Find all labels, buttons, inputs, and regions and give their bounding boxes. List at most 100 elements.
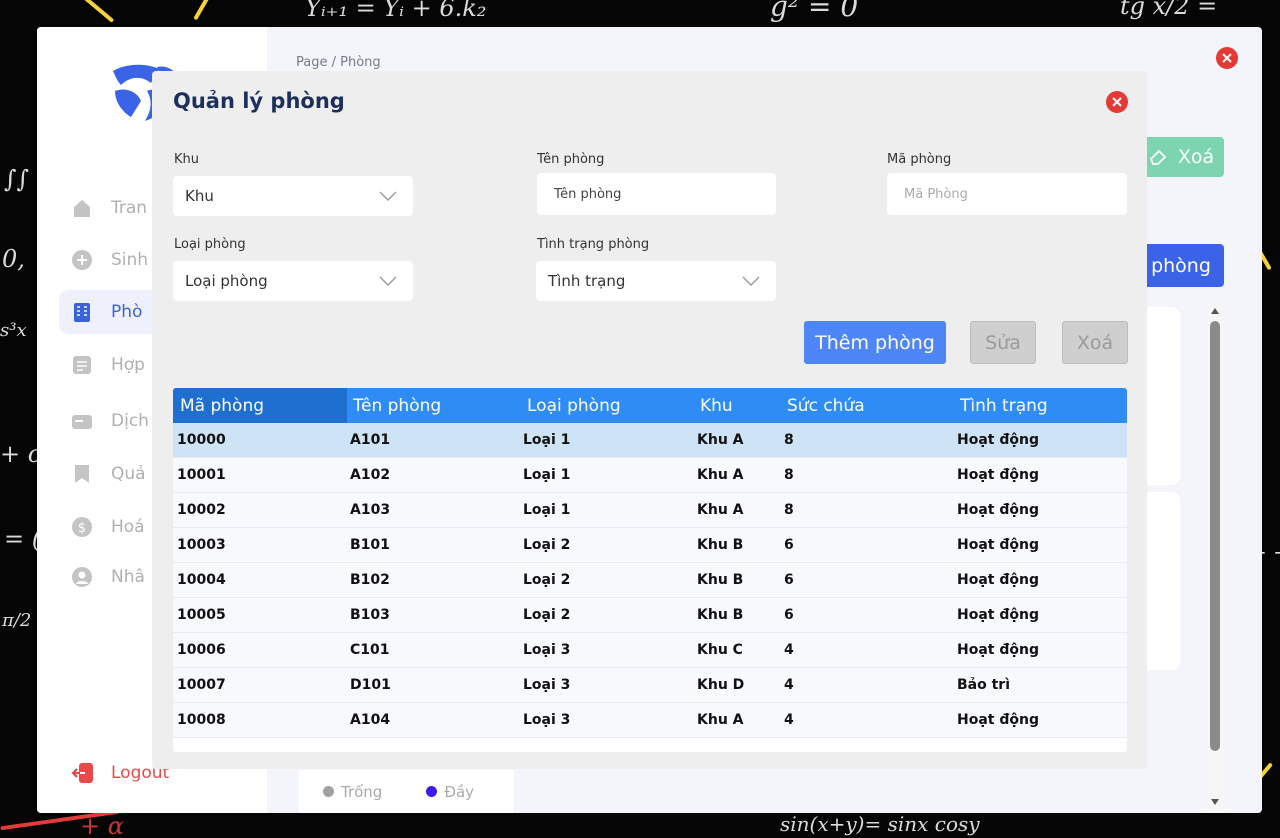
formula-text: g² = 0 xyxy=(770,0,859,23)
scrollbar-thumb[interactable] xyxy=(1210,321,1220,751)
cell-room-type: Loại 2 xyxy=(523,607,571,623)
cell-room-code: 10002 xyxy=(177,502,226,518)
cell-area: Khu C xyxy=(697,642,743,658)
sidebar-item-label: Tran xyxy=(111,198,148,218)
table-row[interactable]: 10003 B101 Loại 2 Khu B 6 Hoạt động xyxy=(173,528,1127,563)
cell-status: Hoạt động xyxy=(957,502,1039,518)
home-icon xyxy=(71,197,93,219)
column-header-room-type[interactable]: Loại phòng xyxy=(527,388,621,423)
cell-room-code: 10001 xyxy=(177,467,226,483)
room-code-input[interactable]: Mã Phòng xyxy=(887,173,1127,215)
cell-area: Khu A xyxy=(697,467,744,483)
cell-capacity: 6 xyxy=(784,537,794,553)
room-name-label: Tên phòng xyxy=(537,152,605,167)
area-label: Khu xyxy=(174,152,200,167)
formula-text: π/2 xyxy=(2,610,32,631)
cell-area: Khu A xyxy=(697,432,744,448)
cell-area: Khu B xyxy=(697,607,744,623)
add-room-button[interactable]: Thêm phòng xyxy=(804,321,946,364)
legend-dot xyxy=(426,786,438,797)
chevron-down-icon xyxy=(742,276,760,286)
formula-text: tg x/2 = xyxy=(1120,0,1218,20)
page-add-room-button[interactable]: phòng xyxy=(1138,244,1224,287)
page-add-room-label: phòng xyxy=(1151,254,1211,277)
table-row[interactable]: 10006 C101 Loại 3 Khu C 4 Hoạt động xyxy=(173,633,1127,668)
cell-room-name: B101 xyxy=(350,537,390,553)
cell-status: Hoạt động xyxy=(957,607,1039,623)
breadcrumb: Page / Phòng xyxy=(296,55,381,70)
cell-area: Khu A xyxy=(697,502,744,518)
sidebar-item-label: Quả xyxy=(111,464,146,484)
page-close-button[interactable] xyxy=(1216,47,1238,69)
plus-circle-icon xyxy=(71,249,93,271)
table-row[interactable]: 10001 A102 Loại 1 Khu A 8 Hoạt động xyxy=(173,458,1127,493)
user-icon xyxy=(71,566,93,588)
cell-room-name: A104 xyxy=(350,712,391,728)
area-select-value: Khu xyxy=(185,187,214,205)
cell-status: Hoạt động xyxy=(957,537,1039,553)
page-delete-label: Xoá xyxy=(1177,146,1215,168)
cell-room-name: C101 xyxy=(350,642,390,658)
cell-room-name: D101 xyxy=(350,677,391,693)
area-select[interactable]: Khu xyxy=(173,176,413,216)
cell-room-code: 10007 xyxy=(177,677,226,693)
room-management-modal: Quản lý phòng Khu Khu Tên phòng Tên phòn… xyxy=(152,71,1147,769)
formula-text: Yᵢ₊₁ = Yᵢ + 6.k₂ xyxy=(305,0,487,22)
column-header-room-code[interactable]: Mã phòng xyxy=(173,388,347,423)
cell-room-name: A101 xyxy=(350,432,391,448)
sidebar-item-label: Hoá xyxy=(111,517,145,537)
logout-icon xyxy=(71,763,93,783)
cell-room-name: B103 xyxy=(350,607,390,623)
cell-status: Hoạt động xyxy=(957,467,1039,483)
sidebar-item-label: Nhâ xyxy=(111,567,145,587)
page-scrollbar[interactable] xyxy=(1204,303,1226,813)
column-header-capacity[interactable]: Sức chứa xyxy=(787,388,865,423)
table-row[interactable]: 10005 B103 Loại 2 Khu B 6 Hoạt động xyxy=(173,598,1127,633)
cell-room-type: Loại 2 xyxy=(523,572,571,588)
legend-dot xyxy=(323,786,334,797)
cell-status: Hoạt động xyxy=(957,432,1039,448)
cell-room-type: Loại 1 xyxy=(523,432,571,448)
delete-room-button[interactable]: Xoá xyxy=(1062,321,1128,364)
sidebar-item-label: Hợp xyxy=(111,355,145,375)
close-icon xyxy=(1222,53,1232,63)
page-delete-button[interactable]: Xoá xyxy=(1138,137,1224,177)
scroll-down-icon xyxy=(1211,799,1219,805)
cell-room-name: A103 xyxy=(350,502,391,518)
formula-text: ∫∫ xyxy=(4,165,30,193)
column-header-area[interactable]: Khu xyxy=(700,388,733,423)
table-row[interactable]: 10007 D101 Loại 3 Khu D 4 Bảo trì xyxy=(173,668,1127,703)
cell-status: Hoạt động xyxy=(957,642,1039,658)
cell-room-code: 10006 xyxy=(177,642,226,658)
legend-label: Đầy xyxy=(444,782,475,801)
eraser-icon xyxy=(1149,149,1167,165)
room-code-label: Mã phòng xyxy=(887,152,952,167)
column-header-room-name[interactable]: Tên phòng xyxy=(353,388,441,423)
room-type-select[interactable]: Loại phòng xyxy=(173,261,413,301)
room-status-select-value: Tình trạng xyxy=(548,272,626,290)
room-status-select[interactable]: Tình trạng xyxy=(536,261,776,301)
service-icon xyxy=(71,410,93,432)
table-row[interactable]: 10008 A104 Loại 3 Khu A 4 Hoạt động xyxy=(173,703,1127,738)
cell-room-type: Loại 3 xyxy=(523,712,571,728)
legend-full: Đầy xyxy=(426,783,474,801)
table-row[interactable]: 10004 B102 Loại 2 Khu B 6 Hoạt động xyxy=(173,563,1127,598)
cell-status: Bảo trì xyxy=(957,677,1011,693)
formula-text: 0, xyxy=(2,245,25,273)
rooms-table: Mã phòng Tên phòng Loại phòng Khu Sức ch… xyxy=(173,388,1127,752)
column-header-status[interactable]: Tình trạng xyxy=(960,388,1048,423)
cell-room-code: 10008 xyxy=(177,712,226,728)
cell-status: Hoạt động xyxy=(957,572,1039,588)
table-row[interactable]: 10002 A103 Loại 1 Khu A 8 Hoạt động xyxy=(173,493,1127,528)
cell-capacity: 8 xyxy=(784,502,794,518)
cell-room-type: Loại 1 xyxy=(523,467,571,483)
cell-room-code: 10000 xyxy=(177,432,226,448)
cell-capacity: 8 xyxy=(784,432,794,448)
room-status-label: Tình trạng phòng xyxy=(537,237,650,252)
table-row[interactable]: 10000 A101 Loại 1 Khu A 8 Hoạt động xyxy=(173,423,1127,458)
formula-text: = ( xyxy=(4,525,42,553)
modal-title: Quản lý phòng xyxy=(173,89,345,113)
room-name-input[interactable]: Tên phòng xyxy=(537,173,776,215)
modal-close-button[interactable] xyxy=(1106,91,1128,113)
edit-room-button[interactable]: Sửa xyxy=(970,321,1036,364)
